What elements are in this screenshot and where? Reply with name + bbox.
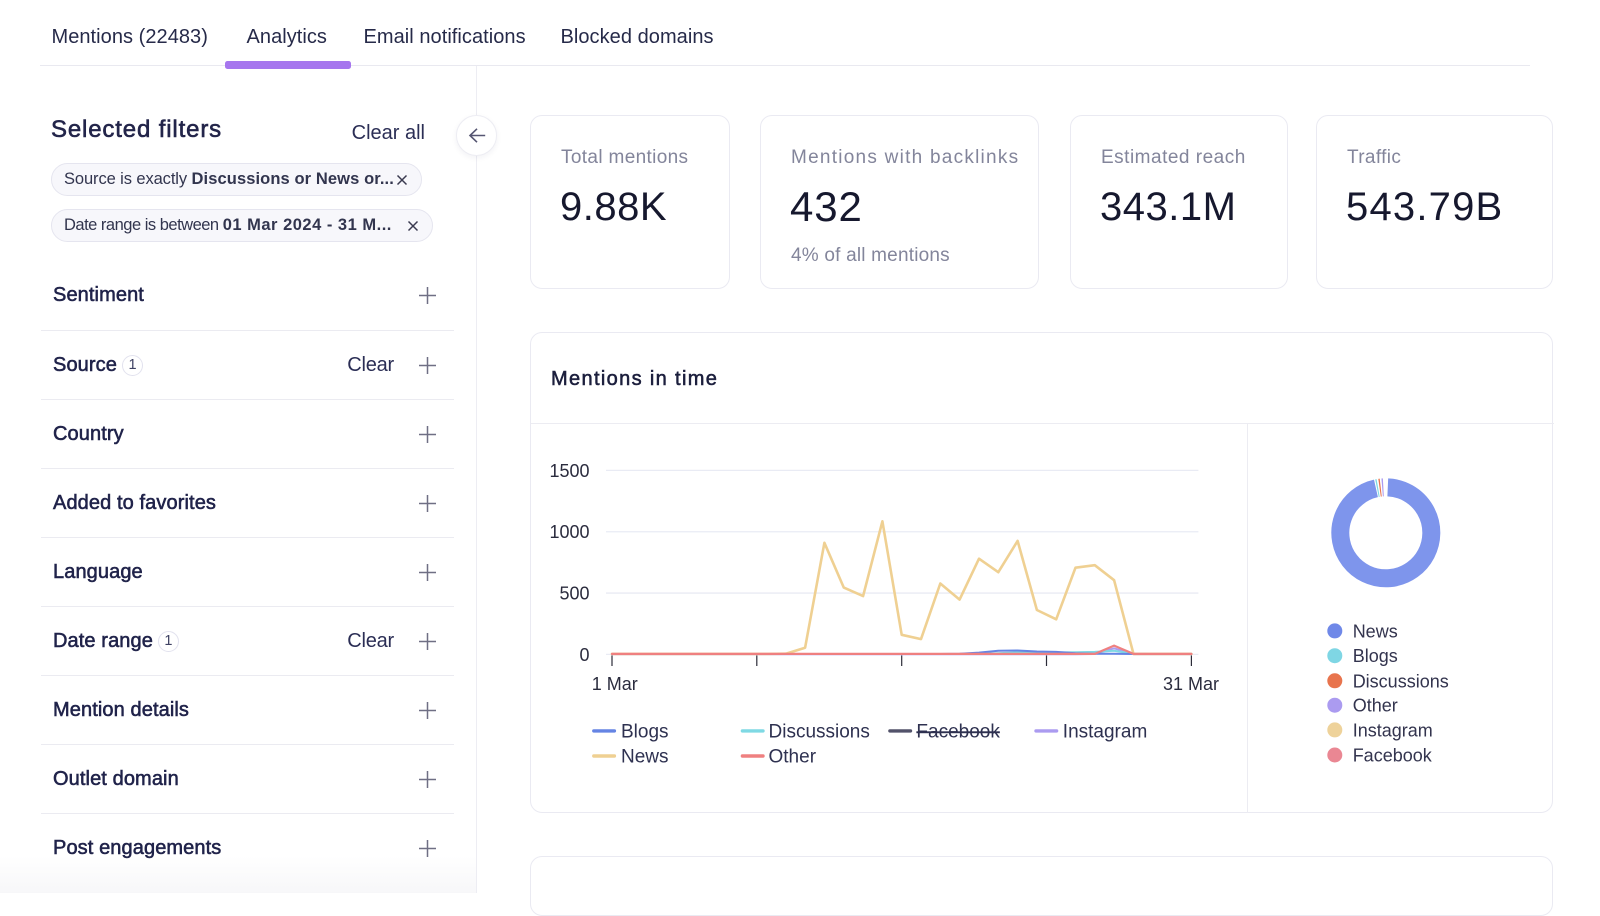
svg-text:500: 500 [559,584,589,604]
svg-text:1500: 1500 [549,461,589,481]
svg-text:Discussions: Discussions [1353,671,1449,691]
svg-text:1 Mar: 1 Mar [592,674,638,694]
svg-text:Instagram: Instagram [1063,722,1147,743]
svg-text:Instagram: Instagram [1353,720,1433,740]
svg-text:Blogs: Blogs [1353,646,1398,666]
svg-text:Other: Other [769,747,817,768]
svg-text:News: News [621,747,669,768]
svg-text:Discussions: Discussions [769,722,870,743]
svg-text:Other: Other [1353,696,1398,716]
svg-text:News: News [1353,621,1398,641]
svg-text:1000: 1000 [549,522,589,542]
svg-text:31 Mar: 31 Mar [1163,674,1219,694]
svg-text:Facebook: Facebook [1353,746,1433,766]
svg-text:0: 0 [579,645,589,665]
svg-text:Blogs: Blogs [621,722,669,743]
svg-text:Facebook: Facebook [916,722,1000,743]
